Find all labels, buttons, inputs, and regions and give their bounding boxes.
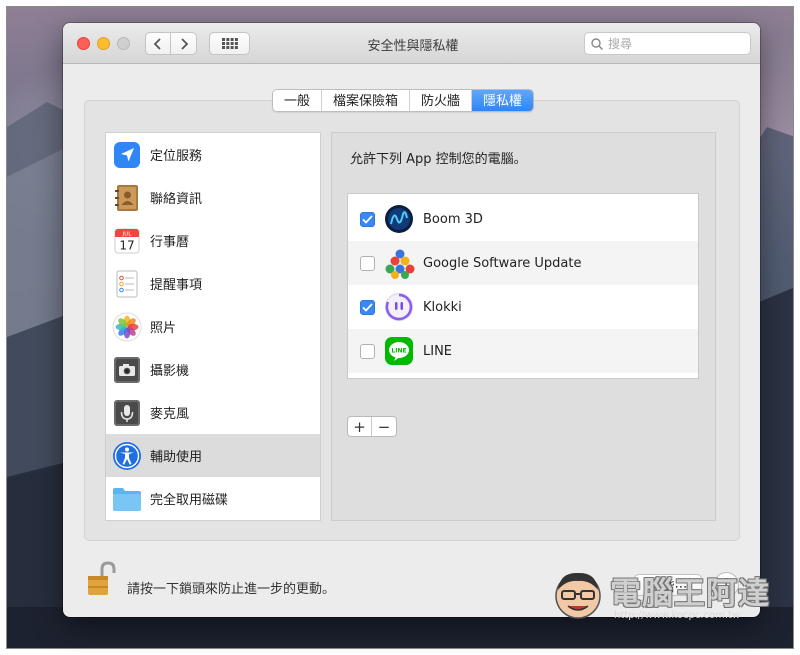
window-title: 安全性與隱私權: [367, 39, 459, 54]
line-icon-text: LINE: [391, 347, 406, 354]
app-row-line[interactable]: LINE LINE: [348, 329, 698, 373]
close-window-button[interactable]: [77, 37, 90, 50]
app-row-boom-3d[interactable]: Boom 3D: [348, 197, 698, 241]
search-icon: [591, 37, 603, 50]
sidebar-item-label: 聯絡資訊: [150, 192, 203, 207]
lock-instruction-text: 請按一下鎖頭來防止進一步的更動。: [127, 582, 336, 597]
sidebar-item-full-disk-access[interactable]: 完全取用磁碟: [106, 477, 320, 520]
title-bar: 安全性與隱私權: [63, 23, 760, 64]
remove-app-button[interactable]: −: [372, 417, 396, 436]
app-checkbox-line[interactable]: [360, 343, 375, 359]
reminders-icon: [112, 269, 142, 299]
lock-button[interactable]: [86, 561, 116, 597]
privacy-category-list: 定位服務 聯絡資訊 JUL 17 行事曆 提醒事項 照片 攝影機 麥克風 輔助使…: [105, 132, 321, 521]
sidebar-item-camera[interactable]: 攝影機: [106, 348, 320, 391]
camera-icon: [112, 355, 142, 385]
calendar-icon: JUL 17: [112, 226, 142, 256]
system-preferences-window: 安全性與隱私權 一般 檔案保險箱 防火牆 隱私權 定位服務 聯絡資訊: [63, 23, 760, 617]
accessibility-icon: [112, 441, 142, 471]
tab-filevault[interactable]: 檔案保險箱: [322, 90, 411, 111]
show-all-button[interactable]: [209, 32, 250, 55]
search-input[interactable]: [608, 36, 738, 51]
sidebar-item-reminders[interactable]: 提醒事項: [106, 262, 320, 305]
sidebar-item-label: 提醒事項: [150, 278, 203, 293]
sidebar-item-location-services[interactable]: 定位服務: [106, 133, 320, 176]
calendar-month-text: JUL: [122, 231, 133, 237]
app-name: Google Software Update: [423, 255, 582, 271]
zoom-window-button[interactable]: [117, 37, 130, 50]
app-checkbox-google-software-update[interactable]: [360, 255, 375, 271]
klokki-icon: [384, 292, 414, 322]
folder-icon: [112, 484, 142, 514]
location-arrow-icon: [112, 140, 142, 170]
app-name: Boom 3D: [423, 211, 483, 227]
tab-firewall[interactable]: 防火牆: [410, 90, 473, 111]
watermark-title: 電腦王阿達: [610, 576, 770, 612]
boom3d-icon: [384, 204, 414, 234]
sidebar-item-calendar[interactable]: JUL 17 行事曆: [106, 219, 320, 262]
sidebar-item-label: 定位服務: [150, 149, 203, 164]
add-remove-control: + −: [347, 416, 397, 437]
line-icon: LINE: [384, 336, 414, 366]
contacts-book-icon: [112, 183, 142, 213]
sidebar-item-label: 麥克風: [150, 407, 190, 422]
microphone-icon: [112, 398, 142, 428]
panel-heading: 允許下列 App 控制您的電腦。: [350, 152, 527, 167]
tab-privacy[interactable]: 隱私權: [472, 90, 534, 111]
sidebar-item-label: 完全取用磁碟: [150, 493, 229, 508]
sidebar-item-photos[interactable]: 照片: [106, 305, 320, 348]
checkmark-icon: [362, 214, 373, 224]
app-name: LINE: [423, 343, 453, 359]
app-list: Boom 3D Google Software Update Klokki LI…: [347, 193, 699, 379]
grid-icon: [221, 38, 238, 49]
sidebar-item-accessibility[interactable]: 輔助使用: [106, 434, 320, 477]
app-row-klokki[interactable]: Klokki: [348, 285, 698, 329]
back-button[interactable]: [145, 32, 171, 55]
photos-flower-icon: [112, 312, 142, 342]
minimize-window-button[interactable]: [97, 37, 110, 50]
sidebar-item-microphone[interactable]: 麥克風: [106, 391, 320, 434]
calendar-day-text: 17: [119, 238, 134, 252]
unlocked-padlock-icon: [88, 561, 116, 595]
app-checkbox-klokki[interactable]: [360, 299, 375, 315]
sidebar-item-label: 攝影機: [150, 364, 190, 379]
chevron-right-icon: [180, 37, 188, 50]
watermark-url: http://www.kocpc.com.tw: [614, 610, 741, 621]
chevron-left-icon: [153, 37, 161, 50]
sidebar-item-label: 照片: [150, 321, 177, 336]
sidebar-item-label: 行事曆: [150, 235, 190, 250]
sidebar-item-contacts[interactable]: 聯絡資訊: [106, 176, 320, 219]
accessibility-app-panel: 允許下列 App 控制您的電腦。 Boom 3D Google Software…: [331, 132, 716, 521]
sidebar-item-label: 輔助使用: [150, 450, 203, 465]
tab-bar: 一般 檔案保險箱 防火牆 隱私權: [272, 89, 535, 112]
tab-general[interactable]: 一般: [273, 90, 323, 111]
add-app-button[interactable]: +: [348, 417, 372, 436]
checkmark-icon: [362, 302, 373, 312]
forward-button[interactable]: [171, 32, 197, 55]
app-name: Klokki: [423, 299, 462, 315]
google-software-update-icon: [384, 248, 415, 279]
mascot-face-icon: [555, 572, 601, 619]
app-row-google-software-update[interactable]: Google Software Update: [348, 241, 698, 285]
search-field[interactable]: [584, 32, 751, 55]
watermark: 電腦王阿達 http://www.kocpc.com.tw: [548, 562, 788, 632]
app-checkbox-boom-3d[interactable]: [360, 211, 375, 227]
